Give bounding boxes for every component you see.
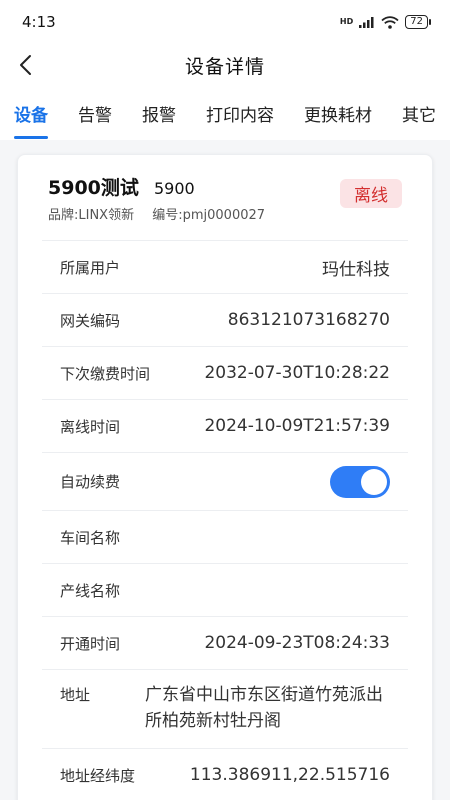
signal-icon bbox=[359, 17, 374, 28]
toggle-knob bbox=[361, 468, 387, 495]
row-next-fee: 下次缴费时间 2032-07-30T10:28:22 bbox=[42, 346, 408, 399]
battery-icon: 72 bbox=[405, 15, 431, 29]
row-label: 地址 bbox=[60, 686, 91, 704]
status-badge: 离线 bbox=[340, 179, 402, 208]
chevron-left-icon bbox=[20, 55, 31, 75]
tab-alarms[interactable]: 报警 bbox=[142, 101, 176, 126]
detail-list: 所属用户 玛仕科技 网关编码 863121073168270 下次缴费时间 20… bbox=[42, 240, 408, 800]
nav-bar: 设备详情 bbox=[0, 44, 450, 86]
tab-other[interactable]: 其它 bbox=[402, 101, 436, 126]
page-title: 设备详情 bbox=[184, 55, 265, 78]
row-label: 自动续费 bbox=[60, 473, 121, 491]
row-value: 863121073168270 bbox=[227, 310, 390, 330]
back-button[interactable] bbox=[10, 50, 40, 80]
row-label: 车间名称 bbox=[60, 528, 121, 547]
wifi-icon bbox=[381, 15, 399, 29]
tab-replace-consumables[interactable]: 更换耗材 bbox=[304, 101, 372, 126]
row-auto-renew: 自动续费 bbox=[42, 452, 408, 510]
row-value: 2032-07-30T10:28:22 bbox=[204, 363, 390, 383]
tab-bar: 设备 告警 报警 打印内容 更换耗材 其它 bbox=[0, 86, 450, 140]
device-serial: 编号:pmj0000027 bbox=[152, 208, 266, 223]
row-coords: 地址经纬度 113.386911,22.515716 bbox=[42, 748, 408, 800]
row-value: 广东省中山市东区街道竹苑派出所柏苑新村牡丹阁 bbox=[145, 685, 383, 731]
row-label: 离线时间 bbox=[60, 417, 121, 436]
device-model: 5900 bbox=[153, 179, 195, 198]
row-offline-time: 离线时间 2024-10-09T21:57:39 bbox=[42, 399, 408, 452]
row-label: 所属用户 bbox=[60, 258, 121, 277]
status-icons: HD 72 bbox=[339, 15, 431, 29]
row-label: 产线名称 bbox=[60, 581, 121, 600]
row-user: 所属用户 玛仕科技 bbox=[42, 240, 408, 293]
row-value: 2024-10-09T21:57:39 bbox=[204, 416, 390, 436]
tab-alerts[interactable]: 告警 bbox=[78, 101, 112, 126]
row-label: 地址经纬度 bbox=[60, 766, 136, 785]
row-label: 网关编码 bbox=[60, 311, 121, 330]
tab-print-content[interactable]: 打印内容 bbox=[206, 101, 274, 126]
row-value: 玛仕科技 bbox=[322, 259, 390, 280]
row-value: 2024-09-23T08:24:33 bbox=[204, 633, 390, 653]
status-bar: 4:13 HD 72 bbox=[0, 0, 450, 44]
row-open-time: 开通时间 2024-09-23T08:24:33 bbox=[42, 616, 408, 669]
device-header: 5900测试 5900 品牌:LINX领新 编号:pmj0000027 离线 bbox=[18, 155, 432, 240]
row-workshop: 车间名称 bbox=[42, 510, 408, 563]
row-address: 地址 广东省中山市东区街道竹苑派出所柏苑新村牡丹阁 bbox=[42, 669, 408, 748]
device-card: 5900测试 5900 品牌:LINX领新 编号:pmj0000027 离线 所… bbox=[17, 154, 433, 800]
device-name: 5900测试 bbox=[48, 177, 139, 199]
row-gateway: 网关编码 863121073168270 bbox=[42, 293, 408, 346]
row-value: 113.386911,22.515716 bbox=[189, 765, 390, 785]
tab-device[interactable]: 设备 bbox=[14, 101, 48, 139]
auto-renew-toggle[interactable] bbox=[330, 465, 390, 498]
status-time: 4:13 bbox=[22, 13, 56, 31]
hd-icon: HD bbox=[339, 17, 354, 26]
row-line: 产线名称 bbox=[42, 563, 408, 616]
row-label: 下次缴费时间 bbox=[60, 364, 151, 383]
row-label: 开通时间 bbox=[60, 634, 121, 653]
device-brand: 品牌:LINX领新 bbox=[48, 208, 135, 223]
